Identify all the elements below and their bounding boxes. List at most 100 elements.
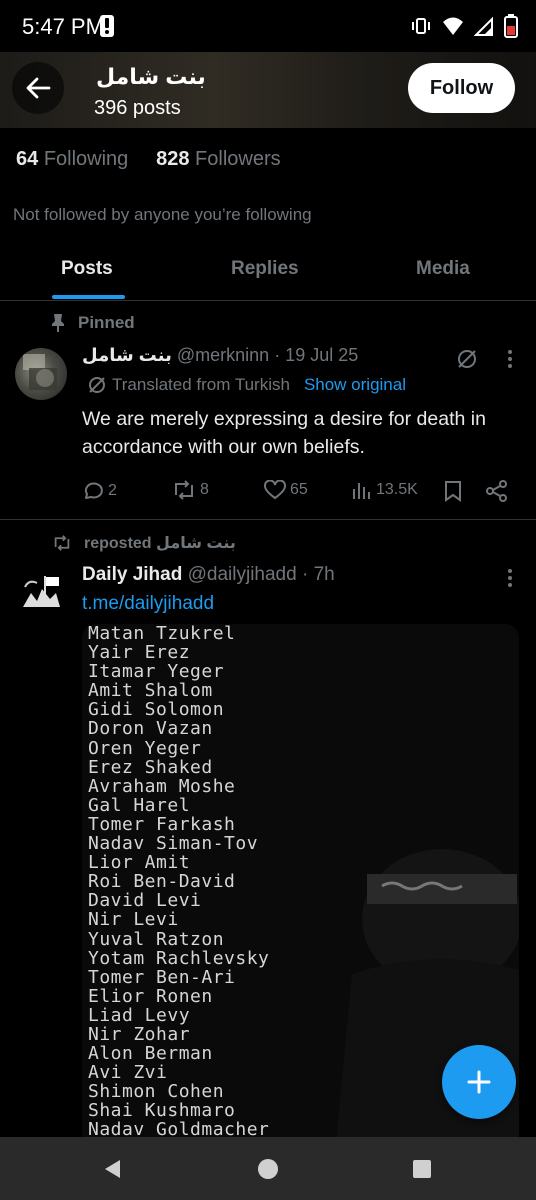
views-icon	[353, 483, 370, 499]
more-options-icon[interactable]	[506, 348, 514, 375]
wifi-icon	[443, 17, 463, 35]
avatar[interactable]	[15, 567, 67, 619]
repost-icon	[175, 480, 193, 500]
header-display-name: بنت شامل	[96, 64, 206, 89]
media-name-line: Tomer Ben-Ari	[88, 966, 236, 988]
translation-row: Translated from Turkish Show original	[88, 375, 406, 395]
media-name-line: Oren Yeger	[88, 737, 202, 759]
media-name-line: Tomer Farkash	[88, 813, 236, 835]
media-name-line: Alon Berman	[88, 1043, 213, 1065]
post-handle[interactable]: @dailyjihadd	[188, 564, 297, 585]
media-name-line: Nir Levi	[88, 909, 179, 931]
media-name-line: Nir Zohar	[88, 1023, 191, 1045]
post-display-name[interactable]: بنت شامل	[82, 345, 172, 365]
followers-label: Followers	[195, 148, 281, 170]
triangle-back-icon	[105, 1159, 120, 1178]
repost-count: 8	[200, 481, 209, 498]
tab-media[interactable]: Media	[416, 258, 470, 280]
repost-label: reposted	[84, 535, 152, 552]
avatar[interactable]	[15, 348, 67, 400]
follow-counts: 64 Following 828 Followers	[16, 148, 281, 171]
share-icon	[486, 480, 507, 502]
tab-posts[interactable]: Posts	[61, 258, 113, 280]
not-followed-text: Not followed by anyone you’re following	[13, 205, 312, 224]
compose-button[interactable]	[442, 1045, 516, 1119]
post-date: · 19 Jul 25	[274, 345, 359, 365]
post-link[interactable]: t.me/dailyjihadd	[82, 593, 214, 615]
reply-icon	[84, 482, 103, 499]
nav-recents-button[interactable]	[392, 1137, 452, 1200]
reply-button[interactable]: 2	[82, 480, 117, 502]
like-button[interactable]: 65	[264, 480, 308, 500]
media-name-line: Nadav Siman-Tov	[88, 833, 259, 855]
following-label: Following	[43, 148, 129, 170]
followers-count: 828	[156, 148, 190, 170]
media-name-line: Liad Levy	[88, 1004, 191, 1026]
media-name-line: Yair Erez	[88, 642, 191, 664]
post-time: · 7h	[301, 564, 335, 585]
pinned-label: Pinned	[78, 313, 135, 332]
media-name-list: Matan Tzukrel Yair Erez Itamar Yeger Amit S…	[88, 624, 269, 1140]
translate-icon	[89, 377, 105, 393]
media-name-line: Avraham Moshe	[88, 775, 236, 797]
media-name-line: Amit Shalom	[88, 680, 213, 702]
repost-button[interactable]: 8	[172, 480, 209, 500]
media-name-line: David Levi	[88, 890, 202, 912]
vibrate-icon	[412, 18, 430, 34]
share-button[interactable]	[486, 480, 508, 502]
like-count: 65	[290, 481, 308, 498]
bookmark-button[interactable]	[444, 480, 462, 502]
back-arrow-icon	[26, 77, 51, 99]
followers-link[interactable]: 828 Followers	[156, 148, 281, 170]
show-original-link[interactable]: Show original	[304, 375, 406, 395]
media-name-line: Itamar Yeger	[88, 661, 225, 683]
views-button[interactable]: 13.5K	[352, 480, 418, 500]
post-action-bar: 2 8 65 13.5K	[82, 480, 522, 506]
nav-back-button[interactable]	[82, 1137, 142, 1200]
media-name-line: Elior Ronen	[88, 985, 213, 1007]
circle-home-icon	[258, 1158, 278, 1179]
media-name-line: Matan Tzukrel	[88, 624, 236, 644]
tab-active-indicator	[52, 295, 125, 299]
media-name-line: Yuval Ratzon	[88, 928, 225, 950]
media-name-line: Shai Kushmaro	[88, 1100, 236, 1122]
follow-button[interactable]: Follow	[408, 63, 515, 113]
back-button[interactable]	[12, 62, 64, 114]
pin-icon	[52, 314, 64, 332]
more-options-icon[interactable]	[506, 567, 514, 594]
alert-icon	[100, 15, 114, 37]
media-name-line: Doron Vazan	[88, 718, 213, 740]
following-link[interactable]: 64 Following	[16, 148, 128, 170]
reposted-by-name[interactable]: بنت شامل	[156, 535, 236, 552]
media-name-line: Roi Ben-David	[88, 871, 236, 893]
tab-divider	[0, 300, 536, 301]
post-header: Daily Jihad @dailyjihadd · 7h	[82, 564, 335, 586]
media-name-line: Yotam Rachlevsky	[88, 947, 270, 969]
translated-label: Translated from Turkish	[112, 375, 290, 394]
post-handle[interactable]: @merkninn	[177, 345, 269, 365]
post-display-name[interactable]: Daily Jihad	[82, 564, 182, 585]
pinned-indicator: Pinned	[50, 313, 135, 333]
media-name-line: Lior Amit	[88, 852, 191, 874]
views-count: 13.5K	[376, 481, 418, 498]
post-divider	[0, 519, 536, 520]
tab-replies[interactable]: Replies	[231, 258, 299, 280]
grok-icon[interactable]	[456, 348, 478, 375]
post-text: We are merely expressing a desire for de…	[82, 408, 486, 458]
status-time: 5:47 PM	[22, 14, 104, 39]
plus-icon	[467, 1070, 491, 1094]
square-recents-icon	[413, 1159, 431, 1178]
media-name-line: Gidi Solomon	[88, 699, 225, 721]
signal-icon	[474, 16, 493, 36]
nav-home-button[interactable]	[238, 1137, 298, 1200]
repost-indicator-icon	[54, 535, 70, 551]
heart-icon	[264, 480, 286, 500]
header-posts-count: 396 posts	[94, 97, 181, 119]
system-nav-bar	[0, 1137, 536, 1200]
battery-icon	[504, 14, 518, 38]
status-icons	[410, 12, 518, 40]
post-header: بنت شامل @merkninn · 19 Jul 25	[82, 345, 358, 366]
media-name-line: Erez Shaked	[88, 756, 213, 778]
media-name-line: Avi Zvi	[88, 1062, 168, 1084]
bookmark-icon	[445, 481, 461, 502]
